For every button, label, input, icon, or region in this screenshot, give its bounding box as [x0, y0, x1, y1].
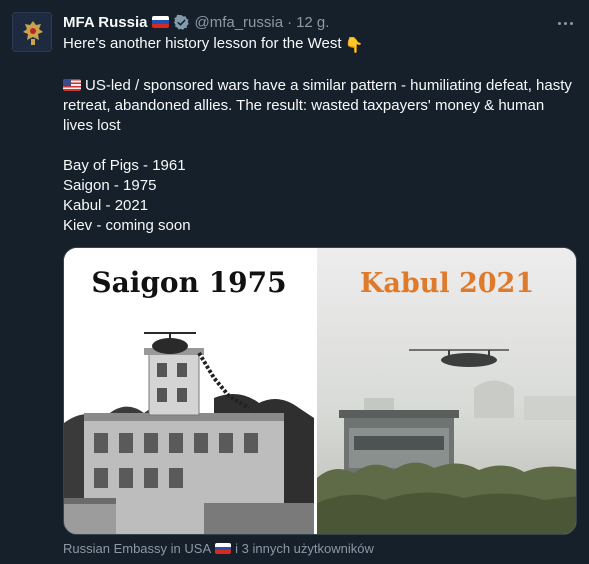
us-flag-icon: [63, 79, 81, 91]
more-dot-icon: [557, 21, 561, 25]
tweet-image[interactable]: Saigon 1975 Kabul 2021: [63, 247, 577, 535]
tagged-prefix: Russian Embassy in USA: [63, 541, 212, 556]
list-item: Kabul - 2021: [63, 197, 149, 214]
list-item: Saigon - 1975: [63, 177, 157, 194]
separator-dot: ·: [287, 13, 293, 31]
more-options-button[interactable]: [555, 13, 575, 33]
tweet-paragraph-2: US-led / sponsored wars have a similar p…: [63, 77, 572, 134]
author-handle[interactable]: @mfa_russia: [194, 14, 283, 31]
pointing-down-emoji: 👇: [344, 37, 364, 54]
tagged-suffix: i 3 innych użytkowników: [235, 541, 374, 556]
image-divider: [314, 248, 317, 534]
author-name[interactable]: MFA Russia: [63, 14, 147, 31]
saigon-caption: Saigon 1975: [91, 266, 286, 299]
avatar[interactable]: [12, 12, 52, 52]
verified-badge-icon: [173, 14, 190, 31]
tweet-line-1: Here's another history lesson for the We…: [63, 35, 364, 54]
russia-flag-icon: [152, 16, 170, 28]
list-item: Kiev - coming soon: [63, 217, 191, 234]
tweet-time[interactable]: 12 g.: [296, 14, 329, 31]
coat-of-arms-icon: [13, 13, 51, 51]
kabul-caption: Kabul 2021: [360, 268, 534, 299]
list-item: Bay of Pigs - 1961: [63, 157, 186, 174]
tagged-users[interactable]: Russian Embassy in USA i 3 innych użytko…: [63, 541, 374, 556]
tweet-text: Here's another history lesson for the We…: [63, 34, 578, 236]
tweet-header: MFA Russia @mfa_russia · 12 g.: [63, 12, 329, 32]
russia-flag-icon: [215, 543, 232, 554]
tweet[interactable]: MFA Russia @mfa_russia · 12 g. Here's an…: [0, 0, 589, 564]
